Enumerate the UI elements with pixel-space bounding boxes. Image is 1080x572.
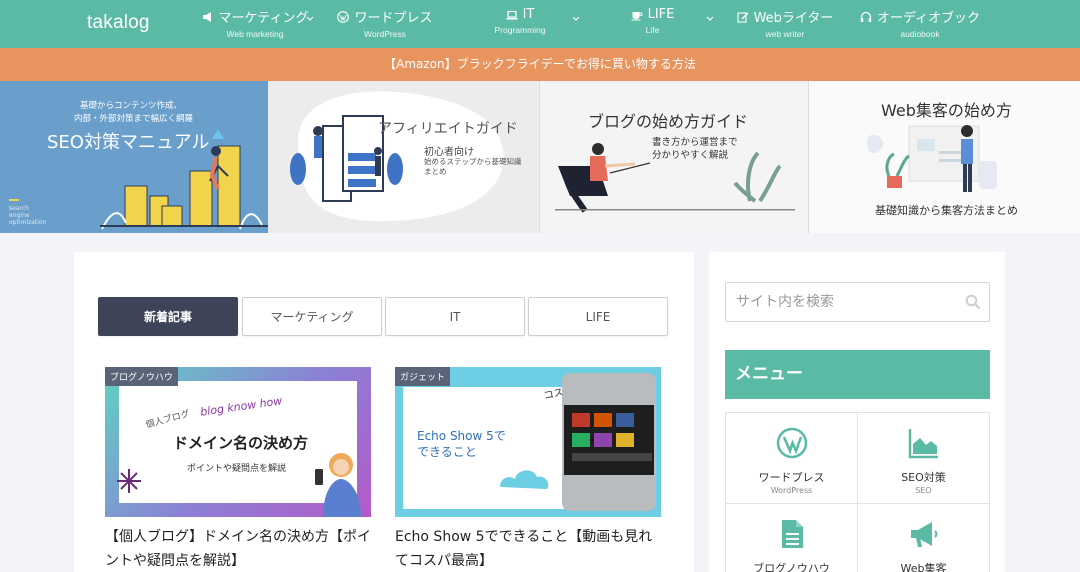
menu-item-web-marketing[interactable]: Web集客 [857,503,990,572]
coffee-cup-icon [631,11,643,20]
nav-item-audiobook[interactable]: オーディオブック audiobook [855,0,985,48]
bar-chart-illustration [100,129,268,230]
megaphone-icon [202,11,211,22]
thumbnail-title: ドメイン名の決め方 [173,434,309,452]
search-icon[interactable] [965,294,981,310]
article-title[interactable]: Echo Show 5でできること【動画も見れてコスパ最高】 [395,525,661,572]
echo-show-photo [562,373,656,511]
banner-blog-guide[interactable]: ブログの始め方ガイド 書き方から運営まで 分かりやすく解説 [539,81,809,233]
nav-label: LIFE [647,7,675,22]
announcement-bar[interactable]: 【Amazon】ブラックフライデーでお得に買い物する方法 [0,48,1080,81]
area-chart-icon [908,429,938,459]
menu-item-label: Web集客 [900,562,947,572]
menu-item-label: ブログノウハウ [753,562,830,572]
nav-label: マーケティング [218,11,309,26]
person-with-phone-illustration [315,453,361,517]
nav-label: Webライター [753,11,834,26]
sparkle-decoration [117,469,141,493]
article-card[interactable]: 個人ブログ blog know how ドメイン名の決め方 ポイントや疑問点を解… [105,367,371,572]
nav-sublabel: web writer [765,29,805,39]
nav-label: ワードプレス [354,11,433,26]
tab-marketing[interactable]: マーケティング [242,297,382,336]
menu-item-sublabel: WordPress [770,486,813,495]
tab-it[interactable]: IT [385,297,525,336]
nav-item-wordpress[interactable]: ワードプレス WordPress [325,0,445,48]
thumbnail-title: できること [417,445,477,459]
chevron-down-icon[interactable] [305,14,315,24]
article-card[interactable]: Echo Show 5で できること コスパ最高 ガジェット Echo Show… [395,367,661,572]
menu-item-wordpress[interactable]: ワードプレス WordPress [725,412,858,504]
thumbnail-subtitle: ポイントや疑問点を解説 [187,464,287,474]
thumbnail-title: Echo Show 5で [417,429,506,443]
edit-icon [737,11,749,23]
megaphone-icon [911,522,938,547]
sidebar: サイト内を検索 メニュー ワードプレス WordPress SEO対策 SEO … [709,252,1005,572]
nav-sublabel: WordPress [364,29,406,39]
banner-tag: search [9,205,29,212]
banner-text: 基礎からコンテンツ作成、 [80,101,183,111]
writing-person-illustration [555,143,795,213]
menu-item-label: ワードプレス [758,471,825,484]
banner-accent [9,199,19,201]
banner-text: まとめ [424,167,447,176]
category-badge: ブログノウハウ [105,367,178,386]
article-thumbnail[interactable]: Echo Show 5で できること コスパ最高 ガジェット [395,367,661,517]
laptop-icon [506,10,518,19]
banner-seo-manual[interactable]: 基礎からコンテンツ作成、 内部・外部対策まで幅広く網羅 SEO対策マニュアル s… [0,81,268,233]
banner-tag: optimization [9,219,47,226]
chevron-down-icon[interactable] [571,14,581,24]
article-thumbnail[interactable]: 個人ブログ blog know how ドメイン名の決め方 ポイントや疑問点を解… [105,367,371,517]
article-title[interactable]: 【個人ブログ】ドメイン名の決め方【ポイントや疑問点を解説】 [105,525,371,572]
nav-sublabel: Life [645,25,660,35]
tab-latest[interactable]: 新着記事 [98,297,238,336]
banner-affiliate-guide[interactable]: アフィリエイトガイド 初心者向け 始めるステップから基礎知識 まとめ [268,81,539,233]
menu-heading: メニュー [725,350,990,399]
nav-item-marketing[interactable]: マーケティング Web marketing [190,0,320,48]
main-content: 新着記事 マーケティング IT LIFE 個人ブログ blog know how… [74,252,694,572]
tab-life[interactable]: LIFE [528,297,668,336]
banner-title: アフィリエイトガイド [378,121,518,137]
nav-label: IT [522,7,535,22]
nav-item-it[interactable]: IT Programming [475,0,565,48]
document-icon [782,520,803,548]
menu-item-seo[interactable]: SEO対策 SEO [857,412,990,504]
nav-sublabel: Programming [494,25,546,35]
menu-item-label: SEO対策 [901,471,946,484]
nav-sublabel: Web marketing [226,29,284,39]
banner-subtitle: 基礎知識から集客方法まとめ [875,204,1018,217]
nav-label: オーディオブック [876,11,981,26]
site-header: takalog マーケティング Web marketing ワードプレス Wor… [0,0,1080,48]
menu-item-sublabel: SEO [915,486,932,495]
nav-item-web-writer[interactable]: Webライター web writer [730,0,840,48]
search-input[interactable]: サイト内を検索 [725,282,990,322]
chevron-down-icon[interactable] [705,14,715,24]
headphones-icon [860,11,872,22]
cloud-decoration [500,470,549,489]
banner-web-marketing[interactable]: Web集客の始め方 基礎知識から集客方法まとめ [809,81,1080,233]
site-logo[interactable]: takalog [87,12,150,34]
nav-item-life[interactable]: LIFE Life [610,0,695,48]
banner-tag: engine [9,212,30,219]
nav-sublabel: audiobook [900,29,940,39]
category-badge: ガジェット [395,367,451,386]
menu-item-blog-knowhow[interactable]: ブログノウハウ [725,503,858,572]
wordpress-icon [337,10,350,23]
wordpress-icon [776,427,808,459]
